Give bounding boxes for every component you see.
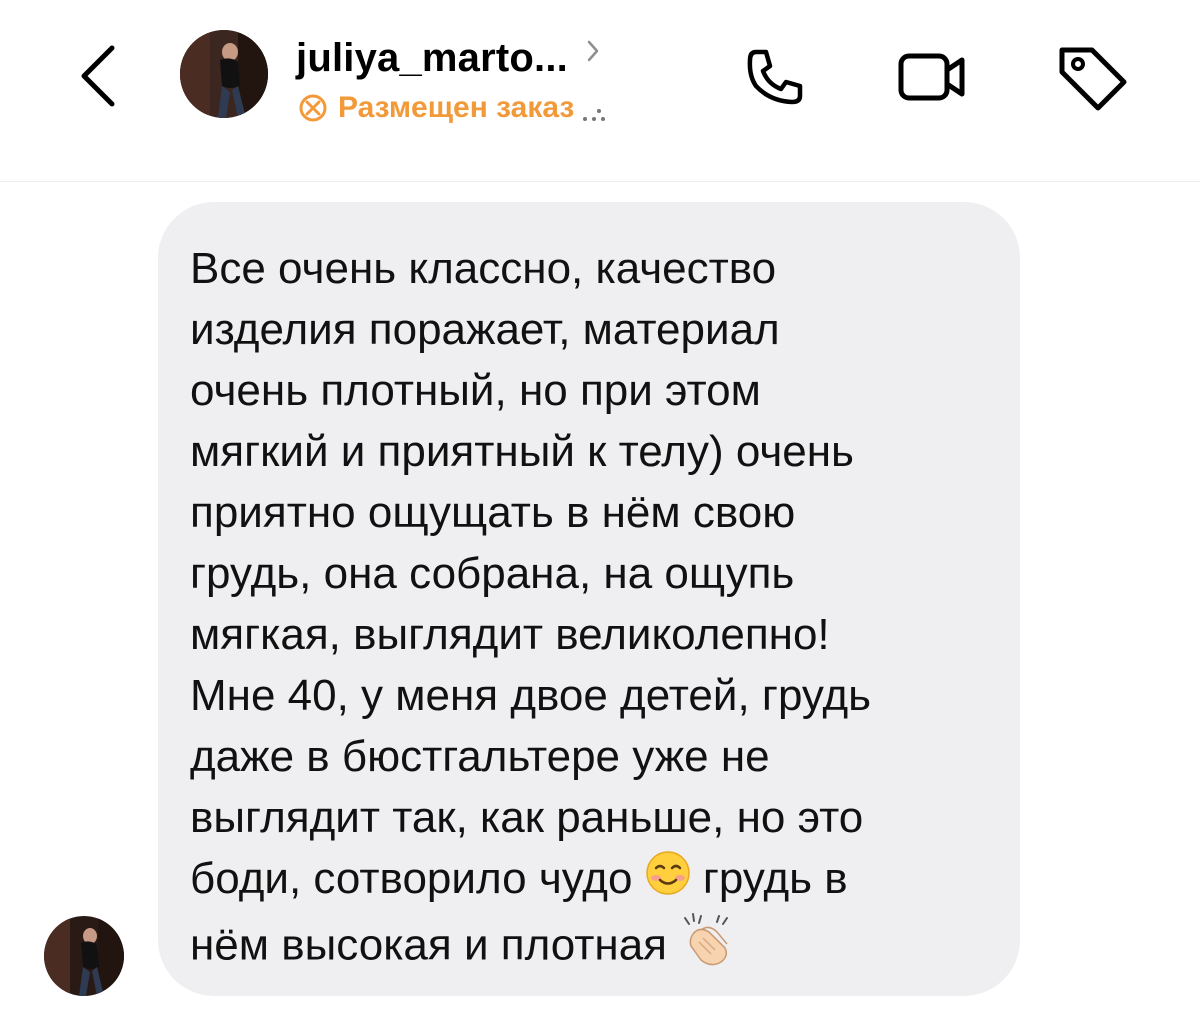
message-line: выглядит так, как раньше, но это bbox=[190, 793, 864, 842]
avatar-image bbox=[44, 916, 124, 996]
video-camera-icon bbox=[898, 53, 965, 101]
order-status-text: Размещен заказ bbox=[338, 91, 575, 124]
order-status: Размещен заказ bbox=[298, 88, 608, 128]
typing-dots-icon bbox=[583, 109, 606, 121]
smiling-face-icon bbox=[645, 850, 691, 912]
message-line: Все очень классно, качество bbox=[190, 244, 777, 293]
avatar-image bbox=[180, 30, 268, 118]
tag-icon bbox=[1059, 47, 1127, 111]
phone-icon bbox=[747, 49, 803, 105]
contact-name: juliya_marto... bbox=[296, 35, 568, 80]
back-button[interactable] bbox=[68, 40, 128, 112]
clapping-hands-icon bbox=[679, 912, 735, 984]
message-line: нём высокая и плотная bbox=[190, 912, 990, 984]
video-call-button[interactable] bbox=[896, 46, 972, 108]
call-button[interactable] bbox=[742, 44, 808, 110]
message-line: даже в бюстгальтере уже не bbox=[190, 732, 770, 781]
message-line: изделия поражает, материал bbox=[190, 305, 780, 354]
message-line-part: боди, сотворило чудо bbox=[190, 854, 645, 903]
chevron-left-icon bbox=[81, 45, 115, 107]
sender-avatar[interactable] bbox=[44, 916, 124, 996]
order-badge-icon bbox=[299, 94, 327, 122]
message-line: приятно ощущать в нём свою bbox=[190, 488, 796, 537]
message-line: мягкий и приятный к телу) очень bbox=[190, 427, 854, 476]
message-bubble[interactable]: Все очень классно, качество изделия пораж… bbox=[158, 202, 1020, 996]
chevron-right-icon bbox=[587, 40, 599, 62]
contact-name-button[interactable]: juliya_marto... bbox=[296, 34, 600, 82]
chat-header: juliya_marto... Размещен заказ bbox=[0, 0, 1200, 182]
message-line: очень плотный, но при этом bbox=[190, 366, 761, 415]
contact-avatar[interactable] bbox=[180, 30, 268, 118]
message-text: Все очень классно, качество изделия пораж… bbox=[190, 238, 990, 984]
message-line: боди, сотворило чудо грудь в bbox=[190, 848, 990, 912]
tag-button[interactable] bbox=[1054, 40, 1130, 112]
message-line: мягкая, выглядит великолепно! bbox=[190, 610, 830, 659]
message-line-part: грудь в bbox=[690, 854, 848, 903]
message-line: грудь, она собрана, на ощупь bbox=[190, 549, 795, 598]
message-line-part: нём высокая и плотная bbox=[190, 921, 680, 970]
message-line: Мне 40, у меня двое детей, грудь bbox=[190, 671, 872, 720]
